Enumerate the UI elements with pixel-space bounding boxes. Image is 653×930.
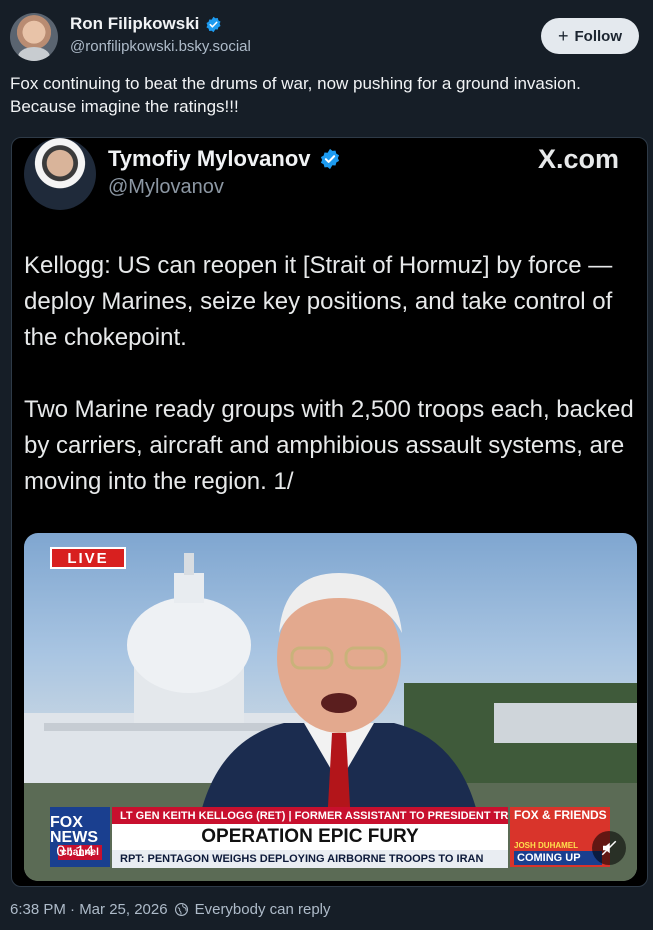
fox-and-friends-coming: COMING UP xyxy=(514,851,602,865)
speaker-muted-icon xyxy=(601,840,617,856)
author-name[interactable]: Ron Filipkowski xyxy=(70,14,199,34)
follow-button[interactable]: + Follow xyxy=(541,18,639,54)
chyron-top-text: LT GEN KEITH KELLOGG (RET) | FORMER ASSI… xyxy=(120,809,508,822)
live-badge: LIVE xyxy=(50,547,126,569)
post-timestamp[interactable]: 6:38 PM · Mar 25, 2026 xyxy=(10,901,168,918)
x-logo: X.com xyxy=(537,144,619,174)
video-player[interactable]: LIVE FOX NEWS channel LT GEN KEITH KELLO… xyxy=(24,533,637,881)
embedded-tweet-paragraph: Kellogg: US can reopen it [Strait of Hor… xyxy=(24,252,613,351)
embedded-tweet-body: Kellogg: US can reopen it [Strait of Hor… xyxy=(24,248,639,536)
chyron-top: LT GEN KEITH KELLOGG (RET) | FORMER ASSI… xyxy=(112,807,508,824)
post-text: Fox continuing to beat the drums of war,… xyxy=(10,74,581,116)
verified-badge-icon xyxy=(320,148,339,170)
embedded-author-name-row: Tymofiy Mylovanov xyxy=(108,146,341,172)
video-timecode: 0:14 xyxy=(56,843,95,861)
embedded-image[interactable]: Tymofiy Mylovanov @Mylovanov X.com Kello… xyxy=(11,137,648,887)
follow-label: Follow xyxy=(574,27,623,45)
verified-badge-icon xyxy=(206,16,221,32)
mute-button[interactable] xyxy=(592,831,626,865)
fox-news-logo-text: FOX NEWS xyxy=(50,813,98,846)
fox-and-friends-title: FOX & FRIENDS xyxy=(514,808,607,822)
globe-icon xyxy=(174,903,188,916)
post-header: Ron Filipkowski @ronfilipkowski.bsky.soc… xyxy=(10,12,643,62)
author-avatar[interactable] xyxy=(10,13,58,61)
embedded-author-avatar xyxy=(24,138,96,210)
reply-setting: Everybody can reply xyxy=(194,901,331,918)
author-handle[interactable]: @ronfilipkowski.bsky.social xyxy=(70,38,251,55)
chyron-sub: RPT: PENTAGON WEIGHS DEPLOYING AIRBORNE … xyxy=(112,850,508,868)
plus-icon: + xyxy=(557,26,569,46)
post-footer: 6:38 PM · Mar 25, 2026 Everybody can rep… xyxy=(10,901,331,918)
embedded-author-name: Tymofiy Mylovanov xyxy=(108,146,311,171)
chyron-headline: OPERATION EPIC FURY xyxy=(112,824,508,850)
author-name-row[interactable]: Ron Filipkowski xyxy=(70,14,222,34)
embedded-tweet-paragraph: Two Marine ready groups with 2,500 troop… xyxy=(24,396,634,495)
fox-and-friends-guest: JOSH DUHAMEL xyxy=(514,841,579,850)
news-chyron: FOX NEWS channel LT GEN KEITH KELLOGG (R… xyxy=(50,807,610,869)
embedded-author-handle: @Mylovanov xyxy=(108,176,224,198)
